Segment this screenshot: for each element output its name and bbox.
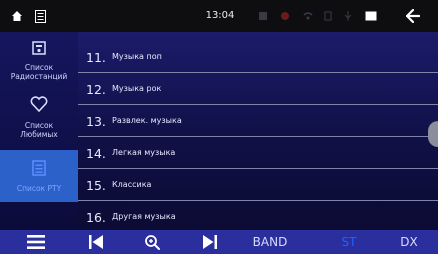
clock-time: 13:04 [205,10,235,21]
list-item-title: Музыка рок [112,84,162,93]
sidebar-item-label: Список Любимых [20,121,58,139]
sidebar-item-station-list[interactable]: Список Радиостанций [0,38,78,82]
sidebar-item-pty-list[interactable]: Список PTY [0,150,78,202]
radio-screen: 13:04 Список Радиостанций Список Любимых… [0,0,438,254]
list-item-title: Развлек. музыка [112,116,182,125]
list-item-title: Легкая музыка [112,148,176,157]
sidebar-item-label: Список PTY [16,184,62,193]
wifi-icon [302,10,314,22]
list-item-number: 13. [86,114,106,129]
list-item-number: 16. [86,210,106,225]
next-icon[interactable] [198,230,222,254]
list-item[interactable]: 16. Другая музыка [78,201,438,230]
band-button[interactable]: BAND [248,230,292,254]
list-item-title: Музыка поп [112,52,162,61]
hamburger-menu-icon[interactable] [24,230,48,254]
screen-icon[interactable] [364,9,378,23]
previous-icon[interactable] [84,230,108,254]
list-item[interactable]: 12. Музыка рок [78,73,438,105]
dx-button[interactable]: DX [394,230,424,254]
battery-icon [322,10,334,22]
list-item-number: 14. [86,146,106,161]
status-bar: 13:04 [0,0,438,32]
scan-search-icon[interactable] [140,230,164,254]
sidebar: Список Радиостанций Список Любимых Списо… [0,32,78,230]
list-item[interactable]: 15. Классика [78,169,438,201]
notification-icon [279,10,291,22]
list-item-title: Другая музыка [112,212,176,221]
list-item-number: 11. [86,50,106,65]
side-panel-handle[interactable] [428,121,438,147]
radio-list-icon [31,40,47,60]
back-icon[interactable] [405,8,421,24]
list-item[interactable]: 13. Развлек. музыка [78,105,438,137]
sidebar-item-label: Список Радиостанций [10,63,68,81]
home-icon[interactable] [10,9,24,23]
pty-list-icon [32,160,46,180]
list-item-number: 12. [86,82,106,97]
list-item-title: Классика [112,180,152,189]
pty-list: 11. Музыка поп 12. Музыка рок 13. Развле… [78,32,438,230]
heart-icon [30,96,48,116]
list-item[interactable]: 14. Легкая музыка [78,137,438,169]
stereo-button[interactable]: ST [334,230,364,254]
list-item[interactable]: 11. Музыка поп [78,41,438,73]
sidebar-item-favorites-list[interactable]: Список Любимых [0,94,78,144]
list-item-number: 15. [86,178,106,193]
bottom-toolbar: BAND ST DX [0,230,438,254]
menu-icon[interactable] [33,9,47,23]
app-icon [257,10,269,22]
usb-icon [342,10,354,22]
